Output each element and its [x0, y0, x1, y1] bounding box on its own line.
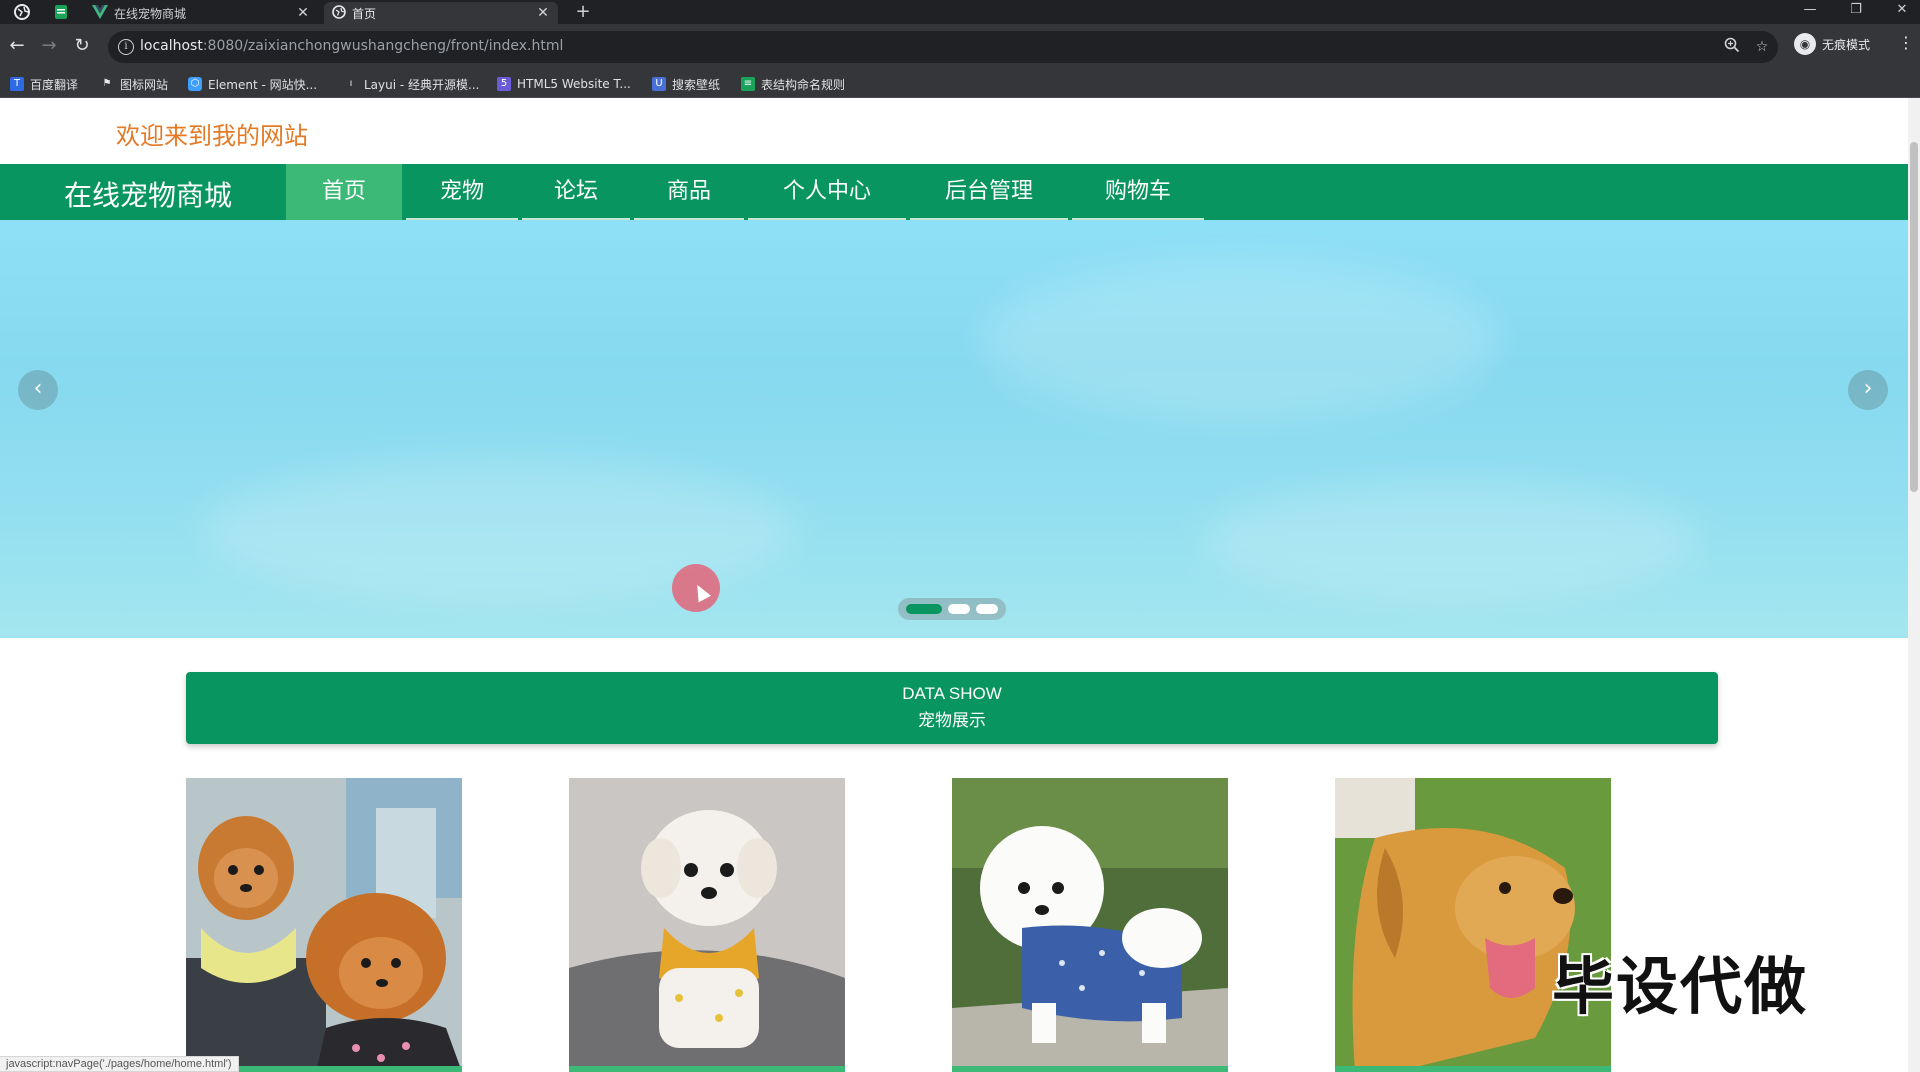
site-info-icon[interactable]: i	[118, 39, 134, 55]
tab-home-label: 首页	[352, 6, 377, 21]
site-brand[interactable]: 在线宠物商城	[64, 174, 232, 214]
reload-icon[interactable]: ↻	[70, 35, 94, 59]
bookmark-label: 搜索壁纸	[672, 77, 721, 92]
element-icon: ⬡	[188, 77, 202, 91]
bookmark-element[interactable]: ⬡ Element - 网站快...	[188, 75, 317, 93]
pet-card-pomeranian[interactable]	[186, 778, 462, 1072]
minimize-button[interactable]: —	[1792, 0, 1828, 22]
bookmark-label: 图标网站	[120, 77, 169, 92]
bookmark-label: 表结构命名规则	[761, 77, 846, 92]
incognito-label: 无痕模式	[1822, 37, 1871, 52]
bookmark-label: 百度翻译	[30, 77, 79, 92]
section-title-cn: 宠物展示	[918, 711, 986, 731]
bichon-photo	[952, 778, 1228, 1072]
golden-retriever-photo	[1335, 778, 1611, 1072]
address-bar[interactable]: i localhost:8080/zaixianchongwushangchen…	[108, 31, 1778, 63]
nav-cart[interactable]: 购物车	[1072, 164, 1204, 220]
tab-home[interactable]: 首页 ✕	[324, 2, 558, 24]
bookmark-html5[interactable]: 5 HTML5 Website T...	[497, 75, 631, 93]
nav-products[interactable]: 商品	[634, 164, 744, 220]
bookmark-layui[interactable]: ı Layui - 经典开源模...	[344, 75, 480, 93]
incognito-icon: ◉	[1794, 33, 1816, 55]
forward-arrow-icon[interactable]: →	[37, 35, 61, 59]
nav-forum[interactable]: 论坛	[522, 164, 630, 220]
carousel-dot-2[interactable]	[948, 604, 970, 614]
carousel-dot-1[interactable]	[906, 604, 942, 614]
bookmark-baidu-translate[interactable]: T 百度翻译	[10, 75, 78, 93]
tab-shop[interactable]: 在线宠物商城 ✕	[84, 2, 318, 24]
scrollbar-thumb[interactable]	[1910, 142, 1918, 492]
section-header: DATA SHOW 宠物展示	[186, 672, 1718, 744]
nav-admin[interactable]: 后台管理	[910, 164, 1068, 220]
watermark-text: 毕设代做	[1552, 950, 1809, 1023]
zoom-icon[interactable]	[1722, 37, 1742, 57]
bookmark-star-icon[interactable]: ☆	[1752, 37, 1772, 57]
wallpaper-icon: U	[652, 77, 666, 91]
card-accent-bar	[1335, 1066, 1611, 1072]
nav-home[interactable]: 首页	[286, 164, 402, 220]
tab-shop-label: 在线宠物商城	[114, 6, 187, 21]
url-text[interactable]: localhost:8080/zaixianchongwushangcheng/…	[140, 38, 563, 54]
card-accent-bar	[569, 1066, 845, 1072]
carousel-prev-arrow-icon[interactable]: ‹	[18, 370, 58, 410]
bookmark-naming-rules[interactable]: ≡ 表结构命名规则	[741, 75, 845, 93]
back-arrow-icon[interactable]: ←	[5, 35, 29, 59]
new-tab-button[interactable]: +	[572, 2, 594, 24]
white-puppy-photo	[569, 778, 845, 1072]
carousel-dot-3[interactable]	[976, 604, 998, 614]
pinned-tab-sheet-icon[interactable]	[52, 3, 70, 21]
bookmark-label: Layui - 经典开源模...	[364, 77, 480, 92]
sheet-icon: ≡	[741, 77, 755, 91]
carousel-banner[interactable]: ‹ ›	[0, 220, 1908, 638]
bookmark-label: HTML5 Website T...	[517, 77, 631, 91]
status-bar-link: javascript:navPage('./pages/home/home.ht…	[0, 1056, 239, 1072]
pet-card-golden-retriever[interactable]	[1335, 778, 1611, 1072]
carousel-indicators	[898, 598, 1006, 620]
vue-logo-icon	[92, 4, 108, 22]
nav-pets[interactable]: 宠物	[406, 164, 518, 220]
tab-shop-close-icon[interactable]: ✕	[296, 5, 310, 21]
welcome-text: 欢迎来到我的网站	[116, 122, 308, 150]
layui-icon: ı	[349, 78, 353, 89]
pet-card-white-puppy[interactable]	[569, 778, 845, 1072]
html5-icon: 5	[497, 77, 511, 91]
browser-tabstrip: 在线宠物商城 ✕ 首页 ✕ + — ❐ ✕	[0, 0, 1920, 24]
page-scrollbar[interactable]	[1908, 98, 1920, 1072]
restore-button[interactable]: ❐	[1838, 0, 1874, 22]
sky-cloud	[1200, 480, 1700, 600]
pet-card-bichon[interactable]	[952, 778, 1228, 1072]
browser-menu-icon[interactable]: ⋮	[1898, 33, 1914, 55]
baidu-translate-icon: T	[10, 77, 24, 91]
flag-icon: ⚑	[102, 78, 112, 89]
browser-menu-globe-icon[interactable]	[13, 3, 31, 21]
browser-toolbar: ← → ↻ i localhost:8080/zaixianchongwusha…	[0, 24, 1920, 70]
tab-home-close-icon[interactable]: ✕	[536, 5, 550, 21]
section-title-en: DATA SHOW	[902, 684, 1002, 703]
main-nav: 在线宠物商城 首页 宠物 论坛 商品 个人中心 后台管理 购物车	[0, 164, 1908, 220]
nav-user-center[interactable]: 个人中心	[748, 164, 906, 220]
close-window-button[interactable]: ✕	[1884, 0, 1920, 22]
globe-icon	[332, 4, 346, 22]
bookmarks-bar: T 百度翻译 ⚑ 图标网站 ⬡ Element - 网站快... ı Layui…	[0, 70, 1920, 98]
sky-cloud	[980, 260, 1500, 420]
page-content: 欢迎来到我的网站 在线宠物商城 首页 宠物 论坛 商品 个人中心 后台管理 购物…	[0, 98, 1920, 1072]
bookmark-wallpaper[interactable]: U 搜索壁纸	[652, 75, 720, 93]
bookmark-label: Element - 网站快...	[208, 77, 318, 92]
pomeranian-photo	[186, 778, 462, 1072]
card-accent-bar	[952, 1066, 1228, 1072]
incognito-profile[interactable]: ◉ 无痕模式	[1794, 33, 1870, 55]
carousel-next-arrow-icon[interactable]: ›	[1848, 370, 1888, 410]
bookmark-icon-site[interactable]: ⚑ 图标网站	[100, 75, 169, 93]
